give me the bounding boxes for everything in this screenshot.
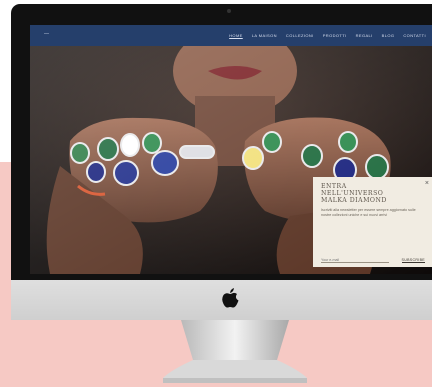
popup-title-line-2: NELL'UNIVERSO	[321, 190, 384, 197]
nav-item-regali[interactable]: REGALI	[356, 33, 373, 38]
imac-mockup: — HOME LA MAISON COLLEZIONI PRODOTTI REG…	[11, 4, 432, 384]
apple-logo-icon	[222, 288, 239, 308]
nav-item-blog[interactable]: BLOG	[382, 33, 395, 38]
email-input[interactable]	[321, 257, 389, 263]
nav-item-collezioni[interactable]: COLLEZIONI	[286, 33, 314, 38]
popup-title-line-1: ENTRA	[321, 183, 347, 190]
close-icon[interactable]: ×	[425, 180, 429, 187]
top-navbar: — HOME LA MAISON COLLEZIONI PRODOTTI REG…	[30, 25, 432, 46]
website-screen: — HOME LA MAISON COLLEZIONI PRODOTTI REG…	[30, 25, 432, 274]
camera-icon	[227, 9, 231, 13]
newsletter-form: SUBSCRIBE	[321, 255, 425, 263]
subscribe-button[interactable]: SUBSCRIBE	[401, 258, 425, 263]
nav-item-prodotti[interactable]: PRODOTTI	[323, 33, 347, 38]
site-logo[interactable]: —	[44, 31, 50, 37]
popup-description: Iscriviti alla newsletter per essere sem…	[321, 208, 416, 217]
newsletter-popup: × ENTRA NELL'UNIVERSO MALKA DIAMOND Iscr…	[313, 177, 432, 267]
nav-item-contatti[interactable]: CONTATTI	[403, 33, 426, 38]
monitor-stand	[163, 320, 307, 383]
nav-item-home[interactable]: HOME	[229, 33, 243, 38]
nav-item-la-maison[interactable]: LA MAISON	[252, 33, 277, 38]
popup-title: ENTRA NELL'UNIVERSO MALKA DIAMOND	[321, 183, 401, 204]
nav-links: HOME LA MAISON COLLEZIONI PRODOTTI REGAL…	[229, 25, 426, 46]
popup-title-line-3: MALKA DIAMOND	[321, 197, 387, 204]
